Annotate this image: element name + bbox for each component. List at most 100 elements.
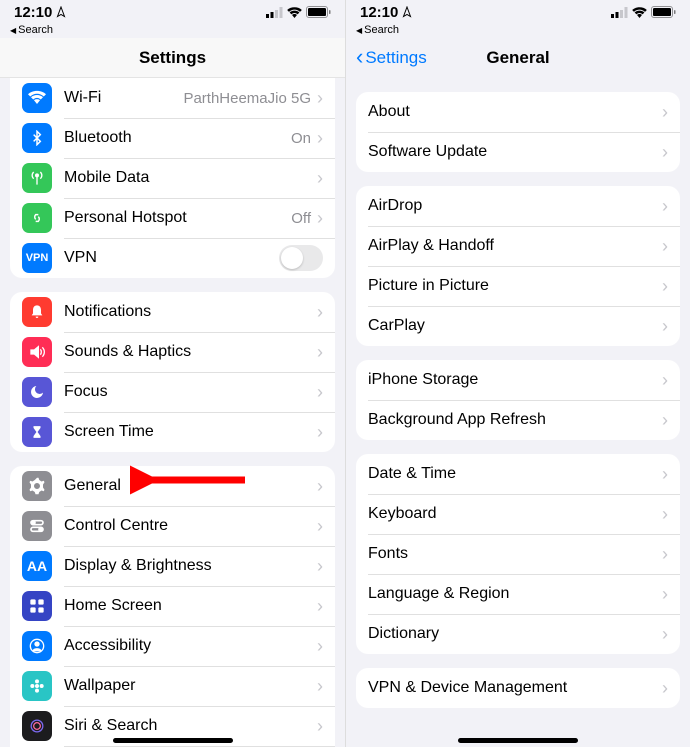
settings-row-accessibility[interactable]: Accessibility›	[10, 626, 335, 666]
settings-row-vpn[interactable]: VPNVPN	[10, 238, 335, 278]
toggle-switch[interactable]	[279, 245, 323, 271]
row-label: VPN & Device Management	[368, 679, 662, 697]
chevron-right-icon: ›	[317, 129, 323, 147]
general-row-airdrop[interactable]: AirDrop›	[356, 186, 680, 226]
row-label: Notifications	[64, 303, 317, 321]
row-label: Background App Refresh	[368, 411, 662, 429]
general-row-background-app-refresh[interactable]: Background App Refresh›	[356, 400, 680, 440]
settings-row-control-centre[interactable]: Control Centre›	[10, 506, 335, 546]
general-row-fonts[interactable]: Fonts›	[356, 534, 680, 574]
settings-group-connectivity: Wi-FiParthHeemaJio 5G›BluetoothOn›Mobile…	[10, 78, 335, 278]
general-row-picture-in-picture[interactable]: Picture in Picture›	[356, 266, 680, 306]
settings-row-personal-hotspot[interactable]: Personal HotspotOff›	[10, 198, 335, 238]
row-value: ParthHeemaJio 5G	[183, 90, 311, 107]
back-label: Settings	[365, 48, 426, 68]
settings-row-display-brightness[interactable]: AA Display & Brightness›	[10, 546, 335, 586]
gear-icon	[22, 471, 52, 501]
row-label: Accessibility	[64, 637, 317, 655]
settings-row-mobile-data[interactable]: Mobile Data›	[10, 158, 335, 198]
row-value: Off	[291, 210, 311, 227]
page-title: Settings	[139, 48, 206, 68]
hourglass-icon	[22, 417, 52, 447]
general-row-keyboard[interactable]: Keyboard›	[356, 494, 680, 534]
AA-icon: AA	[22, 551, 52, 581]
row-label: Fonts	[368, 545, 662, 563]
settings-row-focus[interactable]: Focus›	[10, 372, 335, 412]
row-label: Language & Region	[368, 585, 662, 603]
chevron-right-icon: ›	[317, 169, 323, 187]
settings-row-wi-fi[interactable]: Wi-FiParthHeemaJio 5G›	[10, 78, 335, 118]
back-button[interactable]: ‹ Settings	[356, 38, 427, 78]
back-to-search[interactable]: Search	[346, 24, 690, 38]
general-group-vpn: VPN & Device Management›	[356, 668, 680, 708]
settings-row-wallpaper[interactable]: Wallpaper›	[10, 666, 335, 706]
wifi-icon	[632, 7, 647, 18]
settings-row-notifications[interactable]: Notifications›	[10, 292, 335, 332]
status-time: 12:10	[14, 4, 52, 21]
general-row-vpn-device-management[interactable]: VPN & Device Management›	[356, 668, 680, 708]
row-label: iPhone Storage	[368, 371, 662, 389]
row-label: Control Centre	[64, 517, 317, 535]
general-row-iphone-storage[interactable]: iPhone Storage›	[356, 360, 680, 400]
row-label: About	[368, 103, 662, 121]
chevron-right-icon: ›	[317, 209, 323, 227]
cellular-icon	[266, 7, 283, 18]
chevron-right-icon: ›	[317, 637, 323, 655]
chevron-right-icon: ›	[662, 625, 668, 643]
chevron-right-icon: ›	[662, 197, 668, 215]
speaker-icon	[22, 337, 52, 367]
row-label: Display & Brightness	[64, 557, 317, 575]
settings-group-notifications: Notifications›Sounds & Haptics›Focus›Scr…	[10, 292, 335, 452]
home-indicator	[113, 738, 233, 743]
row-label: Mobile Data	[64, 169, 317, 187]
chevron-right-icon: ›	[662, 371, 668, 389]
general-row-software-update[interactable]: Software Update›	[356, 132, 680, 172]
row-label: Keyboard	[368, 505, 662, 523]
chevron-right-icon: ›	[317, 383, 323, 401]
general-group-storage: iPhone Storage›Background App Refresh›	[356, 360, 680, 440]
antenna-icon	[22, 163, 52, 193]
chevron-right-icon: ›	[317, 717, 323, 735]
chevron-right-icon: ›	[662, 237, 668, 255]
chevron-right-icon: ›	[662, 103, 668, 121]
row-value: On	[291, 130, 311, 147]
row-label: CarPlay	[368, 317, 662, 335]
row-label: Wallpaper	[64, 677, 317, 695]
general-row-airplay-handoff[interactable]: AirPlay & Handoff›	[356, 226, 680, 266]
chevron-right-icon: ›	[662, 585, 668, 603]
home-indicator	[458, 738, 578, 743]
person-icon	[22, 631, 52, 661]
chevron-right-icon: ›	[662, 317, 668, 335]
row-label: Siri & Search	[64, 717, 317, 735]
general-row-about[interactable]: About›	[356, 92, 680, 132]
general-row-dictionary[interactable]: Dictionary›	[356, 614, 680, 654]
cellular-icon	[611, 7, 628, 18]
settings-row-bluetooth[interactable]: BluetoothOn ›	[10, 118, 335, 158]
chevron-right-icon: ›	[317, 89, 323, 107]
row-label: Dictionary	[368, 625, 662, 643]
settings-group-system: General›Control Centre›AADisplay & Brigh…	[10, 466, 335, 747]
settings-row-screen-time[interactable]: Screen Time›	[10, 412, 335, 452]
settings-screen: 12:10 Search Settings Wi-FiParthHeemaJio…	[0, 0, 345, 747]
back-to-search[interactable]: Search	[0, 24, 345, 38]
row-label: Bluetooth	[64, 129, 291, 147]
siri-icon	[22, 711, 52, 741]
header: ‹ Settings General	[346, 38, 690, 78]
general-row-carplay[interactable]: CarPlay›	[356, 306, 680, 346]
settings-row-home-screen[interactable]: Home Screen›	[10, 586, 335, 626]
settings-row-general[interactable]: General›	[10, 466, 335, 506]
row-label: Screen Time	[64, 423, 317, 441]
general-row-language-region[interactable]: Language & Region›	[356, 574, 680, 614]
wifi-icon	[22, 83, 52, 113]
chevron-right-icon: ›	[662, 143, 668, 161]
chevron-right-icon: ›	[662, 465, 668, 483]
bell-icon	[22, 297, 52, 327]
row-label: General	[64, 477, 317, 495]
settings-row-sounds-haptics[interactable]: Sounds & Haptics›	[10, 332, 335, 372]
general-group-airdrop: AirDrop›AirPlay & Handoff›Picture in Pic…	[356, 186, 680, 346]
chevron-right-icon: ›	[317, 557, 323, 575]
chevron-right-icon: ›	[662, 277, 668, 295]
general-row-date-time[interactable]: Date & Time›	[356, 454, 680, 494]
chevron-right-icon: ›	[317, 343, 323, 361]
chevron-right-icon: ›	[662, 545, 668, 563]
